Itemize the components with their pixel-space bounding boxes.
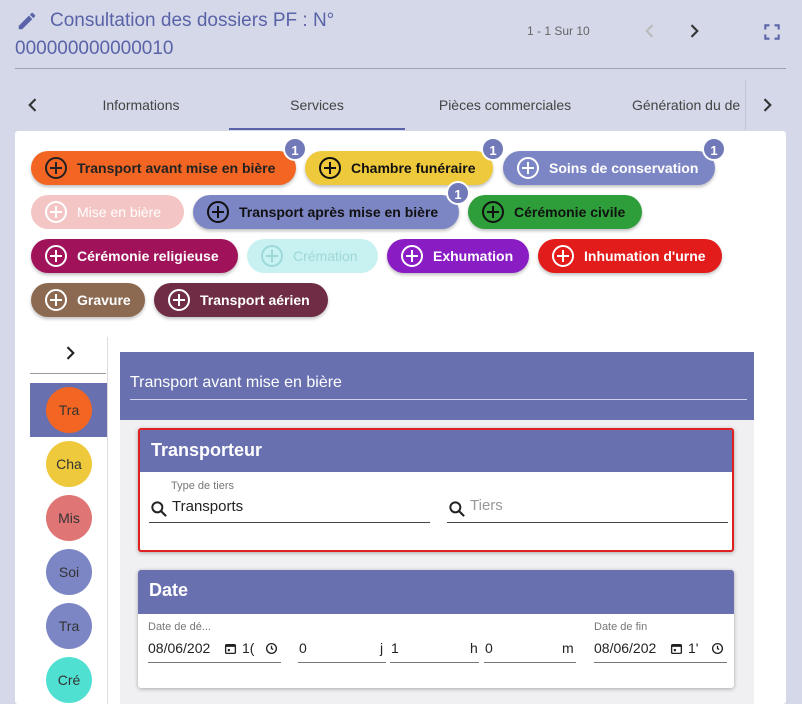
chip-transport-apres-mise-en-biere[interactable]: Transport après mise en bière (193, 195, 459, 229)
panel-title: Transport avant mise en bière (130, 374, 342, 391)
chip-cremation[interactable]: Crémation (247, 239, 378, 273)
start-time-input[interactable]: 1( (242, 640, 254, 656)
minutes-unit: m (562, 640, 574, 656)
transporteur-title: Transporteur (140, 430, 732, 472)
tabs-scroll-left-icon[interactable] (23, 94, 43, 116)
end-date-label: Date de fin (594, 621, 648, 633)
tab-informations[interactable]: Informations (60, 80, 222, 130)
sidebar-item[interactable]: Soi (46, 549, 92, 595)
sidebar-item[interactable]: Mis (46, 495, 92, 541)
chip-transport-aerien[interactable]: Transport aérien (154, 283, 328, 317)
days-unit: j (380, 640, 384, 656)
hours-input[interactable]: 1 (391, 640, 399, 656)
tab-bar: Informations Services Pièces commerciale… (15, 80, 786, 130)
clock-icon[interactable] (265, 642, 278, 655)
type-tiers-label: Type de tiers (171, 480, 234, 492)
chip-gravure[interactable]: Gravure (31, 283, 145, 317)
sidebar-item[interactable]: Tra (46, 387, 92, 433)
chip-chambre-funeraire[interactable]: Chambre funéraire (305, 151, 493, 185)
days-input[interactable]: 0 (299, 640, 307, 656)
header-divider (15, 68, 786, 69)
add-circle-icon (168, 289, 190, 311)
chip-count-badge: 1 (446, 181, 470, 205)
add-circle-icon (207, 201, 229, 223)
sidebar-item[interactable]: Cré (46, 657, 92, 703)
add-circle-icon (45, 157, 67, 179)
add-circle-icon (45, 289, 67, 311)
end-time-input[interactable]: 1' (688, 640, 698, 656)
expand-sidebar-chevron-icon[interactable] (60, 343, 80, 363)
chip-transport-avant-mise-en-biere[interactable]: Transport avant mise en bière (31, 151, 296, 185)
add-circle-icon (552, 245, 574, 267)
next-record-chevron-icon[interactable] (684, 20, 704, 42)
clock-icon[interactable] (711, 642, 724, 655)
chip-count-badge: 1 (283, 137, 307, 161)
calendar-icon[interactable] (670, 642, 683, 655)
pager-text: 1 - 1 Sur 10 (527, 24, 590, 38)
chip-mise-en-biere[interactable]: Mise en bière (31, 195, 184, 229)
search-icon (449, 501, 465, 517)
minutes-input[interactable]: 0 (485, 640, 493, 656)
chip-ceremonie-civile[interactable]: Cérémonie civile (468, 195, 642, 229)
add-circle-icon (401, 245, 423, 267)
add-circle-icon (261, 245, 283, 267)
search-icon (151, 501, 167, 517)
date-title: Date (138, 570, 734, 614)
end-date-input[interactable]: 08/06/202 (594, 640, 670, 656)
page-title: Consultation des dossiers PF : N° (50, 10, 335, 31)
sidebar-item[interactable]: Cha (46, 441, 92, 487)
service-detail-panel: Transport avant mise en bière Transporte… (120, 352, 754, 704)
sidebar-item[interactable]: Tra (46, 603, 92, 649)
tab-pieces-commerciales[interactable]: Pièces commerciales (415, 80, 595, 130)
edit-pencil-icon (18, 12, 36, 30)
hours-unit: h (470, 640, 478, 656)
dossier-number: 000000000000010 (15, 38, 174, 59)
date-section: Date Date de dé... 08/06/202 1( 0 j 1 h … (138, 570, 734, 688)
add-circle-icon (319, 157, 341, 179)
tabs-scroll-right-icon[interactable] (757, 94, 777, 116)
chip-count-badge: 1 (481, 137, 505, 161)
fullscreen-icon[interactable] (762, 22, 782, 42)
add-circle-icon (45, 245, 67, 267)
chip-exhumation[interactable]: Exhumation (387, 239, 529, 273)
start-date-input[interactable]: 08/06/202 (148, 640, 224, 656)
chip-inhumation-d-urne[interactable]: Inhumation d'urne (538, 239, 722, 273)
chip-count-badge: 1 (702, 137, 726, 161)
service-sidebar: Tra Cha Mis Soi Tra Cré (30, 337, 107, 704)
add-circle-icon (517, 157, 539, 179)
transporteur-section: Transporteur Type de tiers Transports Ti… (138, 428, 734, 552)
previous-record-chevron-icon[interactable] (640, 20, 660, 42)
tab-generation[interactable]: Génération du de (615, 80, 745, 130)
start-date-label: Date de dé... (148, 621, 211, 633)
calendar-icon[interactable] (224, 642, 237, 655)
type-tiers-value[interactable]: Transports (172, 498, 243, 515)
tab-services[interactable]: Services (229, 80, 405, 130)
tiers-input[interactable]: Tiers (470, 497, 503, 514)
chip-soins-de-conservation[interactable]: Soins de conservation (503, 151, 715, 185)
add-circle-icon (45, 201, 67, 223)
add-circle-icon (482, 201, 504, 223)
chip-ceremonie-religieuse[interactable]: Cérémonie religieuse (31, 239, 238, 273)
